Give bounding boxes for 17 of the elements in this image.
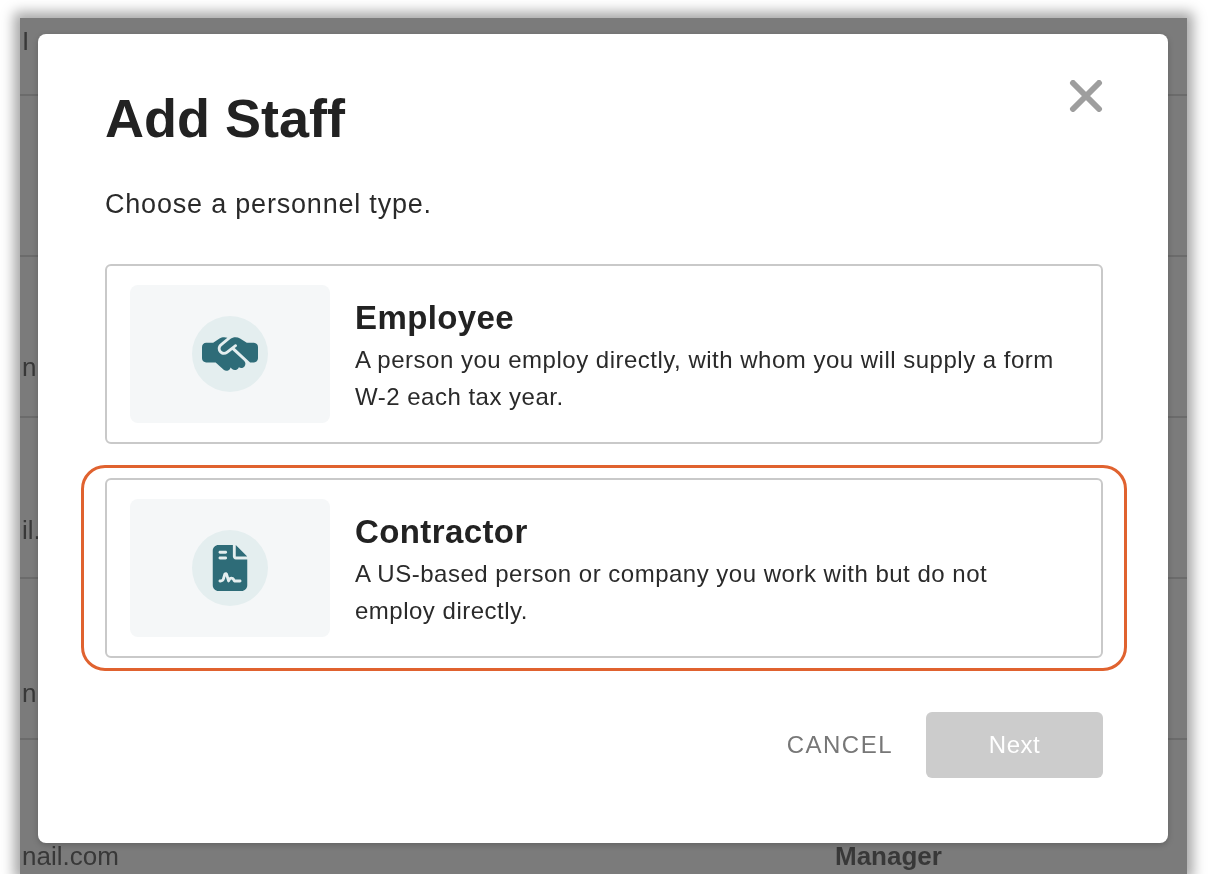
background-text: Manager <box>835 842 942 870</box>
option-card[interactable]: Employee A person you employ directly, with whom you will supply a form W-2 each tax year. <box>105 264 1103 444</box>
background-text: I <box>22 26 30 56</box>
dialog-title: Add Staff <box>105 91 345 145</box>
background-text: n <box>22 679 37 707</box>
background-text: n <box>22 353 37 381</box>
option-card[interactable]: Contractor A US-based person or company you work with but do not employ directly. <box>105 478 1103 658</box>
close-icon <box>1068 80 1104 112</box>
background-text: nail.com <box>22 842 119 870</box>
option-description: A person you employ directly, with whom you will supply a form W-2 each tax year. <box>355 345 1055 412</box>
option-title: Contractor <box>355 513 528 551</box>
option-description: A US-based person or company you work with but do not employ directly. <box>355 559 989 626</box>
option-title: Employee <box>355 299 515 337</box>
cancel-button[interactable]: CANCEL <box>786 730 893 760</box>
background-text: il. <box>22 516 41 544</box>
close-button[interactable] <box>1068 80 1104 112</box>
dialog-prompt: Choose a personnel type. <box>105 188 433 220</box>
